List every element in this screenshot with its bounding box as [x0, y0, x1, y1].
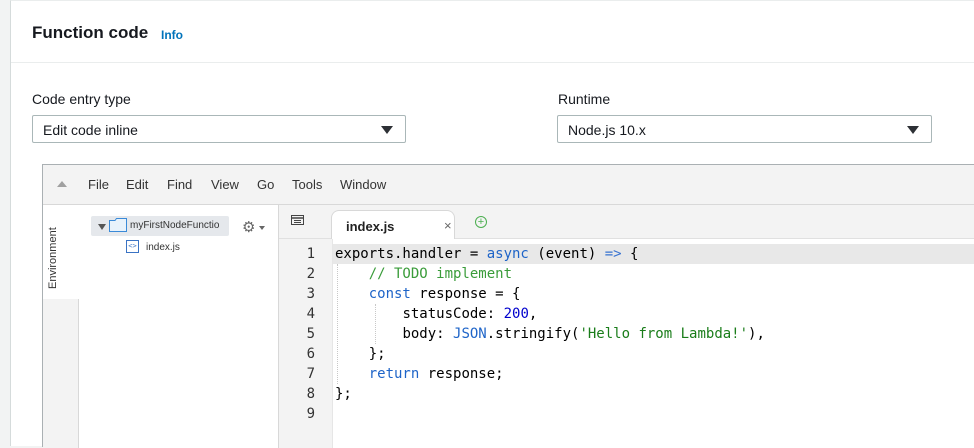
line-number: 1 [306, 246, 315, 262]
line-number: 4 [306, 306, 315, 322]
line-number: 5 [306, 326, 315, 342]
code-token-comment: // TODO implement [368, 266, 513, 282]
code-token: exports.handler = [335, 246, 487, 262]
line-number: 3 [306, 286, 315, 302]
menu-file[interactable]: File [88, 177, 109, 192]
code-entry-type-value: Edit code inline [43, 122, 138, 138]
file-tree: myFirstNodeFunctio ⚙ <> index.js [79, 205, 279, 448]
code-token: }; [335, 386, 352, 402]
code-area[interactable]: exports.handler = async (event) => { // … [333, 239, 974, 448]
runtime-label: Runtime [558, 91, 611, 107]
panel-title: Function code [32, 23, 149, 42]
line-number: 7 [306, 366, 315, 382]
menu-tools[interactable]: Tools [292, 177, 322, 192]
line-number: 2 [306, 266, 315, 282]
code-token: { [621, 246, 639, 262]
tab-list-icon[interactable] [291, 215, 304, 225]
code-line-4: statusCode: 200, [335, 304, 537, 324]
environment-tab[interactable]: Environment [43, 205, 79, 299]
line-number: 8 [306, 386, 315, 402]
editor-tab-index-js[interactable]: index.js × [331, 210, 455, 239]
code-line-7: return response; [335, 364, 504, 384]
js-file-icon: <> [126, 240, 139, 253]
line-number-gutter: 1 2 3 4 5 6 7 8 9 [279, 239, 333, 448]
code-token: (event) [528, 246, 605, 262]
code-line-1: exports.handler = async (event) => { [335, 244, 638, 264]
editor-tab-label: index.js [346, 219, 395, 234]
environment-tab-label: Environment [47, 227, 59, 289]
code-token-string: 'Hello from Lambda!' [579, 326, 749, 342]
menu-view[interactable]: View [211, 177, 239, 192]
code-token: body: [402, 326, 454, 342]
panel-header: Function code Info [11, 1, 974, 63]
chevron-down-icon[interactable] [98, 224, 106, 230]
menu-window[interactable]: Window [340, 177, 386, 192]
tree-folder-name: myFirstNodeFunctio [130, 220, 220, 231]
chevron-down-icon [381, 126, 393, 134]
code-token: response; [419, 366, 504, 382]
code-token-object: JSON [453, 326, 487, 342]
code-entry-type-select[interactable]: Edit code inline [32, 115, 406, 143]
code-editor-ide: File Edit Find View Go Tools Window Envi… [42, 164, 974, 448]
info-link[interactable]: Info [161, 28, 183, 42]
chevron-down-icon [907, 126, 919, 134]
menu-go[interactable]: Go [257, 177, 274, 192]
code-token: }; [368, 346, 386, 362]
runtime-value: Node.js 10.x [568, 122, 646, 138]
code-token-operator: => [604, 246, 622, 262]
function-code-panel: Function code Info Code entry type Edit … [10, 0, 974, 448]
runtime-select[interactable]: Node.js 10.x [557, 115, 932, 143]
gear-icon[interactable]: ⚙ [242, 218, 255, 236]
code-token-keyword: const [368, 286, 411, 302]
collapse-menu-icon[interactable] [57, 181, 67, 187]
code-token-number: 200 [503, 306, 529, 322]
editor-tabbar: index.js × + [279, 205, 974, 239]
ide-menubar: File Edit Find View Go Tools Window [43, 165, 974, 205]
code-line-6: }; [335, 344, 386, 364]
code-line-2: // TODO implement [335, 264, 512, 284]
close-icon[interactable]: × [444, 218, 452, 233]
code-token-keyword: return [368, 366, 420, 382]
code-token-keyword: async [486, 246, 529, 262]
gear-menu-caret-icon[interactable] [259, 226, 265, 230]
code-token: response = { [410, 286, 521, 302]
line-number: 9 [306, 406, 315, 422]
code-line-3: const response = { [335, 284, 521, 304]
menu-find[interactable]: Find [167, 177, 192, 192]
side-panel-tabs: Environment [43, 205, 79, 448]
code-entry-type-label: Code entry type [32, 91, 131, 107]
code-line-5: body: JSON.stringify('Hello from Lambda!… [335, 324, 765, 344]
folder-icon [109, 218, 127, 232]
code-token: statusCode: [402, 306, 504, 322]
code-line-8: }; [335, 384, 352, 404]
add-tab-icon[interactable]: + [475, 216, 487, 228]
line-number: 6 [306, 346, 315, 362]
code-token: , [528, 306, 538, 322]
code-token: .stringify( [486, 326, 580, 342]
code-token: ), [748, 326, 765, 342]
menu-edit[interactable]: Edit [126, 177, 148, 192]
tree-file-name[interactable]: index.js [146, 242, 180, 253]
